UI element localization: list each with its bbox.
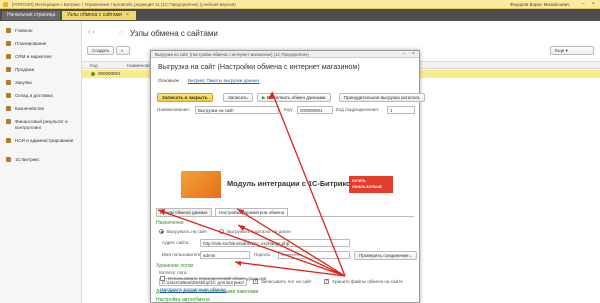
files-checkbox-label: Хранить файлы обмена на сайте: [332, 279, 403, 284]
favorite-star-icon[interactable]: ☆: [118, 29, 124, 37]
banner-cta-more: УЗНАТЬ БОЛЬШЕ: [352, 185, 382, 189]
warehouse-icon: [6, 93, 11, 98]
radio-catalog[interactable]: [219, 229, 224, 234]
menu-icon: [6, 28, 11, 33]
sidebar-item-label: Склад и доставка: [15, 93, 53, 98]
sidebar-item-label: 1С-Битрикс: [15, 157, 40, 162]
sidebar-item-label: Главное: [15, 28, 33, 33]
sidebar-item-label: Закупки: [15, 80, 32, 85]
sidebar-item-label: Казначейство: [15, 106, 45, 111]
tab-home-label: Начальная страница: [7, 12, 56, 18]
site-field[interactable]: http://site.loc/bitrix/admin/1c_exchange…: [200, 239, 350, 247]
more-label: Еще: [555, 48, 565, 53]
files-checkbox[interactable]: [324, 278, 329, 284]
user-field[interactable]: admin: [200, 251, 250, 259]
minimize-icon[interactable]: –: [582, 1, 585, 7]
radio-upload-label: Выгружать на сайт: [167, 229, 208, 234]
save-close-button[interactable]: Записать и закрыть: [157, 93, 213, 102]
banner-logo-image: [181, 171, 221, 198]
auto-exchange-checkbox[interactable]: [160, 276, 165, 281]
purchases-icon: [6, 80, 11, 85]
app-logo-icon: [3, 2, 8, 7]
user-label: Имя пользователя:: [162, 252, 203, 257]
nav-back-forward-icon[interactable]: ‹ ›: [88, 29, 95, 36]
sidebar-item-label: Продажи: [15, 67, 35, 72]
more-button[interactable]: Еще ▾: [550, 46, 594, 55]
column-code[interactable]: Код: [90, 63, 98, 68]
run-exchange-label: Выполнить обмен данными: [266, 95, 326, 100]
close-window-icon[interactable]: ×: [592, 1, 595, 7]
active-status-icon: [91, 72, 95, 76]
site-label: Адрес сайта:: [162, 240, 190, 245]
node-field[interactable]: 1: [387, 106, 415, 114]
code-field[interactable]: 000000001: [297, 106, 333, 114]
dialog-title: Выгрузка на сайт (Настройки обмена с инт…: [158, 62, 360, 71]
node-label: Код подразделения:: [336, 107, 379, 112]
save-button[interactable]: Записать: [223, 93, 253, 102]
tab-exchange-mode[interactable]: Режим обмена данных: [156, 208, 212, 216]
window-title: [УПРОЭП] Интеграция с Битрикс / Управлен…: [12, 2, 236, 7]
dialog-titlebar: Выгрузка на сайт (Настройки обмена с инт…: [151, 51, 419, 58]
dialog-window-title: Выгрузка на сайт (Настройки обмена с инт…: [155, 52, 309, 57]
banner-cta-buy: КУПИТЬ: [352, 179, 366, 183]
tab-exchange-params[interactable]: Настройка параметров обмена: [215, 208, 289, 216]
code-label: Код:: [284, 107, 294, 112]
planning-icon: [6, 41, 11, 46]
bitrix-banner[interactable]: Модуль интеграции с 1С-Битрикс 7.х КУПИТ…: [181, 171, 396, 198]
link-main[interactable]: Основное: [158, 78, 179, 83]
banner-text: Модуль интеграции с 1С-Битрикс 7.х: [227, 179, 363, 188]
tab-exchange-nodes-label: Узлы обмена с сайтами: [67, 12, 122, 18]
current-user[interactable]: Федоров Борис Михайлович: [510, 2, 569, 7]
name-label: Наименование:: [157, 107, 191, 112]
treasury-icon: [6, 106, 11, 111]
schedule-link[interactable]: Настроить расписание обмена: [160, 287, 226, 292]
tab-bar: Начальная страница Узлы обмена с сайтами…: [0, 9, 600, 21]
radio-upload[interactable]: [159, 229, 164, 234]
search-icon-button[interactable]: ⌕: [116, 46, 130, 55]
page-title: Узлы обмена с сайтами: [130, 29, 218, 38]
pass-label: Пароль:: [254, 252, 272, 257]
auto-exchange-label: Использовать периодический обмен данными: [168, 276, 267, 281]
dialog-minimize-icon[interactable]: –: [403, 51, 406, 57]
admin-icon: [6, 138, 11, 143]
catalog-label: Каталог лога:: [159, 270, 188, 275]
force-upload-button[interactable]: Принудительная выгрузка каталога: [339, 93, 425, 102]
log-checkbox-label: Записывать лог на сайт: [261, 279, 312, 284]
sales-icon: [6, 67, 11, 72]
tab-home[interactable]: Начальная страница: [2, 11, 60, 20]
check-connection-button[interactable]: Проверить соединение...: [354, 251, 418, 260]
run-exchange-button[interactable]: ▶ Выполнить обмен данными: [257, 93, 331, 102]
tab-exchange-nodes[interactable]: Узлы обмена с сайтами ×: [62, 11, 136, 20]
close-tab-icon[interactable]: ×: [126, 12, 129, 18]
section-purpose: Назначение: [156, 220, 184, 226]
section-auto: Настройка автообмена: [156, 297, 210, 303]
sidebar-item-label: НСИ и администрирование: [15, 138, 74, 143]
dialog-close-icon[interactable]: ×: [412, 51, 415, 57]
pass-field[interactable]: ************: [278, 251, 350, 259]
section-logs: Хранение логов: [156, 263, 194, 269]
name-field[interactable]: Выгрузка на сайт: [195, 106, 279, 114]
sidebar-item-label: Финансовый результат и контроллинг: [15, 119, 68, 130]
sidebar-item-label: CRM и маркетинг: [15, 54, 53, 59]
create-button[interactable]: Создать: [87, 46, 115, 55]
radio-catalog-label: Выгружать в каталог на диске: [227, 229, 291, 234]
sidebar-item-label: Планирование: [15, 41, 47, 46]
window-titlebar: [УПРОЭП] Интеграция с Битрикс / Управлен…: [0, 0, 600, 9]
bitrix-icon: [6, 157, 11, 162]
crm-icon: [6, 54, 11, 59]
link-upload-packages[interactable]: Битрикс Пакеты выгрузки данных: [188, 78, 260, 83]
sidebar: Главное Планирование CRM и маркетинг Про…: [0, 21, 82, 303]
finance-icon: [6, 119, 11, 124]
banner-cta[interactable]: КУПИТЬ УЗНАТЬ БОЛЬШЕ: [349, 176, 393, 193]
row-code: 000000001: [98, 71, 121, 76]
settings-dialog: Выгрузка на сайт (Настройки обмена с инт…: [150, 50, 425, 303]
